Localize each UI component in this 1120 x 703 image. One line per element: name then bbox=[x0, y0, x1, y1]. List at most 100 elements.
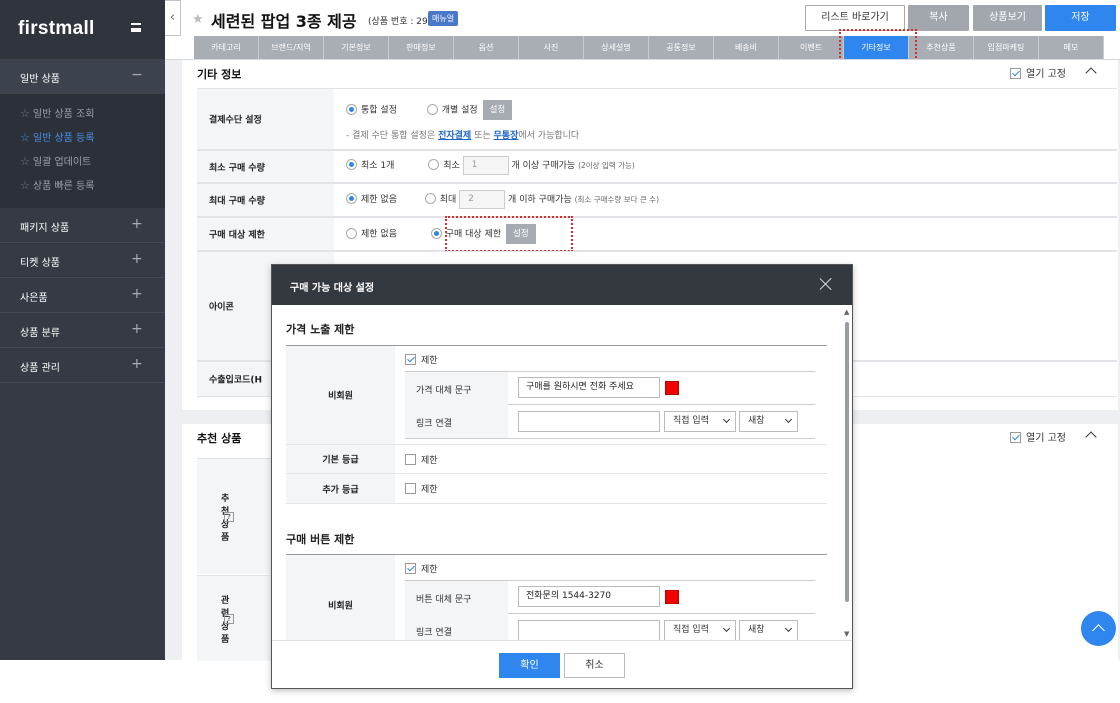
expand-plus-icon[interactable]: + bbox=[131, 286, 143, 302]
price-link-mode-select[interactable]: 직접 입력 bbox=[664, 411, 736, 432]
submenu-item-product-list[interactable]: ☆ 일반 상품 조회 bbox=[0, 102, 165, 126]
modal-scrollbar[interactable]: ▲ ▼ bbox=[844, 308, 850, 638]
checkbox-checked-icon[interactable] bbox=[1010, 432, 1021, 443]
max-quantity-input[interactable]: 2 bbox=[459, 190, 506, 209]
button-limit-check[interactable]: 제한 bbox=[405, 562, 438, 575]
radio-integrated[interactable] bbox=[346, 103, 357, 115]
tab-memo[interactable]: 메모 bbox=[1039, 36, 1104, 59]
checkbox-icon[interactable] bbox=[405, 454, 416, 465]
scroll-top-button[interactable] bbox=[1081, 611, 1116, 646]
checkbox-checked-icon[interactable] bbox=[1010, 68, 1021, 79]
radio-individual[interactable] bbox=[426, 103, 438, 115]
sidebar-collapse-button[interactable]: ‹ bbox=[165, 0, 181, 36]
tab-brand-region[interactable]: 브랜드/지역 bbox=[259, 36, 324, 59]
radio-no-limit[interactable] bbox=[346, 227, 357, 239]
submenu-label: 일괄 업데이트 bbox=[32, 157, 92, 168]
extra-limit-check[interactable]: 제한 bbox=[405, 482, 438, 495]
price-link-target-select[interactable]: 새창 bbox=[739, 411, 798, 432]
min-quantity-input[interactable]: 1 bbox=[462, 156, 509, 175]
tab-description[interactable]: 상세설명 bbox=[584, 36, 649, 59]
view-product-button[interactable]: 상품보기 bbox=[973, 5, 1042, 31]
menu-product-management[interactable]: 상품 관리 + bbox=[0, 348, 165, 383]
tab-basic-info[interactable]: 기본정보 bbox=[324, 36, 389, 59]
collapse-chevron-icon[interactable] bbox=[1085, 431, 1097, 443]
price-replace-input[interactable]: 구매를 원하시면 전화 주세요 bbox=[518, 377, 660, 398]
scroll-up-arrow-icon[interactable]: ▲ bbox=[844, 308, 849, 316]
submenu-item-product-register[interactable]: ☆ 일반 상품 등록 bbox=[0, 126, 165, 150]
scroll-thumb[interactable] bbox=[845, 322, 849, 602]
collapse-minus-icon[interactable]: − bbox=[131, 67, 143, 83]
color-swatch[interactable] bbox=[665, 590, 679, 604]
tab-recommended[interactable]: 추천상품 bbox=[909, 36, 974, 59]
product-number: (상품 번호 : 29) bbox=[368, 17, 432, 27]
menu-package-products[interactable]: 패키지 상품 + bbox=[0, 208, 165, 243]
option-label: 최소 1개 bbox=[361, 161, 395, 171]
tab-options[interactable]: 옵션 bbox=[454, 36, 519, 59]
menu-gifts[interactable]: 사은품 + bbox=[0, 278, 165, 313]
open-fix-toggle[interactable]: 열기 고정 bbox=[1010, 429, 1066, 444]
checkbox-checked-icon[interactable] bbox=[405, 354, 416, 365]
price-limit-check[interactable]: 제한 bbox=[405, 353, 438, 366]
go-to-list-button[interactable]: 리스트 바로가기 bbox=[805, 5, 905, 31]
tab-shipping[interactable]: 배송비 bbox=[714, 36, 779, 59]
price-replace-row: 가격 대체 문구 구매를 원하시면 전화 주세요 bbox=[405, 372, 815, 405]
manual-badge[interactable]: 매뉴얼 bbox=[428, 11, 459, 26]
expand-plus-icon[interactable]: + bbox=[131, 321, 143, 337]
tab-common-info[interactable]: 공통정보 bbox=[649, 36, 714, 59]
link-electronic-payment[interactable]: 전자결제 bbox=[438, 131, 471, 141]
logo[interactable]: firstmall bbox=[18, 18, 95, 40]
max-hint: (최소 구매수량 보다 큰 수) bbox=[574, 195, 659, 204]
payment-setting-button[interactable]: 설정 bbox=[482, 100, 513, 120]
favorite-star-icon[interactable]: ★ bbox=[192, 12, 204, 27]
expand-plus-icon[interactable]: + bbox=[131, 356, 143, 372]
collapse-chevron-icon[interactable] bbox=[1085, 67, 1097, 79]
tab-sales-info[interactable]: 판매정보 bbox=[389, 36, 454, 59]
logo-row: firstmall bbox=[0, 0, 165, 59]
tab-category[interactable]: 카테고리 bbox=[194, 36, 259, 59]
cancel-button[interactable]: 취소 bbox=[564, 653, 625, 678]
min-buy-options: 최소 1개 최소 1 개 이상 구매가능 (2이상 입력 가능) bbox=[346, 156, 635, 175]
submenu-item-quick-register[interactable]: ☆ 상품 빠른 등록 bbox=[0, 174, 165, 198]
radio-max-custom[interactable] bbox=[424, 193, 436, 204]
fix-label: 열기 고정 bbox=[1026, 69, 1066, 80]
save-button[interactable]: 저장 bbox=[1045, 5, 1116, 31]
checkbox-checked-icon[interactable] bbox=[405, 563, 416, 574]
checkbox-icon[interactable] bbox=[405, 483, 416, 494]
close-icon[interactable] bbox=[819, 277, 833, 291]
help-icon[interactable]: ? bbox=[224, 613, 234, 624]
radio-max-unlimited[interactable] bbox=[346, 193, 357, 204]
color-swatch[interactable] bbox=[665, 381, 679, 395]
link-bank-transfer[interactable]: 무통장 bbox=[494, 131, 519, 141]
row-label: 비회원 bbox=[286, 346, 395, 444]
copy-button[interactable]: 복사 bbox=[908, 5, 969, 31]
price-link-input[interactable] bbox=[518, 411, 660, 432]
open-fix-toggle[interactable]: 열기 고정 bbox=[1010, 65, 1066, 80]
button-link-target-select[interactable]: 새창 bbox=[739, 620, 798, 640]
tab-marketing[interactable]: 입점마케팅 bbox=[974, 36, 1039, 59]
radio-target-limit[interactable] bbox=[430, 227, 442, 239]
menu-general-products[interactable]: 일반 상품 − bbox=[0, 59, 165, 94]
row-label: 비회원 bbox=[286, 555, 395, 640]
help-icon[interactable]: ? bbox=[224, 511, 234, 522]
payment-options: 통합 설정 개별 설정 설정 bbox=[346, 100, 513, 120]
radio-min-custom[interactable] bbox=[428, 159, 440, 170]
scroll-down-arrow-icon[interactable]: ▼ bbox=[844, 630, 849, 638]
button-inner-table: 버튼 대체 문구 전화문의 1544-3270 링크 연결 직접 입력 새창 bbox=[405, 580, 815, 640]
basic-limit-check[interactable]: 제한 bbox=[405, 453, 438, 466]
confirm-button[interactable]: 확인 bbox=[499, 653, 560, 678]
min-hint: (2이상 입력 가능) bbox=[578, 161, 635, 170]
hamburger-icon[interactable] bbox=[131, 23, 141, 32]
modal-footer: 확인 취소 bbox=[272, 640, 852, 688]
tab-photos[interactable]: 사진 bbox=[519, 36, 584, 59]
expand-plus-icon[interactable]: + bbox=[131, 251, 143, 267]
menu-ticket-products[interactable]: 티켓 상품 + bbox=[0, 243, 165, 278]
menu-label: 상품 분류 bbox=[20, 328, 60, 339]
tab-event[interactable]: 이벤트 bbox=[779, 36, 844, 59]
menu-product-category[interactable]: 상품 분류 + bbox=[0, 313, 165, 348]
button-link-mode-select[interactable]: 직접 입력 bbox=[664, 620, 736, 640]
submenu-item-batch-update[interactable]: ☆ 일괄 업데이트 bbox=[0, 150, 165, 174]
expand-plus-icon[interactable]: + bbox=[131, 216, 143, 232]
radio-min-one[interactable] bbox=[346, 159, 357, 170]
button-link-input[interactable] bbox=[518, 620, 660, 640]
button-replace-input[interactable]: 전화문의 1544-3270 bbox=[518, 586, 660, 607]
